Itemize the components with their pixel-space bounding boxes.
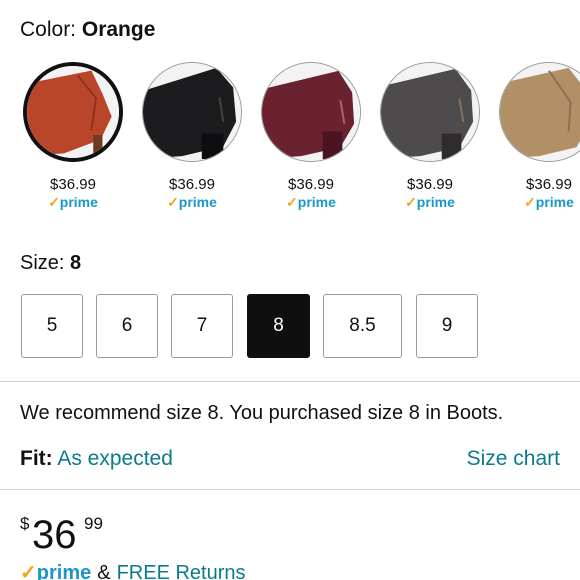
swatch-price: $36.99 [407,176,453,193]
size-heading: Size: 8 [20,252,81,275]
size-option-8[interactable]: 8 [247,294,310,358]
price-fraction: 99 [84,514,103,533]
boot-image-burgundy [262,63,360,161]
size-option-8-5[interactable]: 8.5 [323,294,402,358]
boot-thumbnail-orange [23,62,123,162]
fit-value-link[interactable]: As expected [57,447,173,470]
color-swatch-black[interactable]: $36.99 ✓prime [139,60,249,210]
size-option-5[interactable]: 5 [21,294,83,358]
fit-label: Fit: [20,447,53,470]
color-section: Color: Orange $36.99 ✓prime $36.99 ✓prim… [0,0,580,222]
size-chart-link[interactable]: Size chart [467,447,560,471]
color-heading: Color: Orange [20,18,155,42]
color-swatch-burgundy[interactable]: $36.99 ✓prime [258,60,368,210]
prime-check-icon: ✓ [167,194,179,210]
color-swatch-list: $36.99 ✓prime $36.99 ✓prime $36.99 ✓prim… [0,60,580,220]
prime-check-icon: ✓ [20,562,37,580]
shipping-info: ✓prime & FREE Returns [20,560,246,580]
prime-badge: ✓prime [524,194,574,210]
boot-image-orange [27,66,119,158]
divider [0,381,580,382]
size-option-9[interactable]: 9 [416,294,478,358]
swatch-price: $36.99 [50,176,96,193]
size-option-6[interactable]: 6 [96,294,158,358]
prime-badge: ✓prime [405,194,455,210]
prime-check-icon: ✓ [405,194,417,210]
prime-badge: ✓prime [286,194,336,210]
size-option-7[interactable]: 7 [171,294,233,358]
boot-thumbnail-black [142,62,242,162]
ampersand: & [97,562,111,580]
fit-info: Fit: As expected [20,447,173,471]
price-whole: 36 [32,513,77,557]
swatch-price: $36.99 [526,176,572,193]
prime-badge: ✓prime [48,194,98,210]
swatch-price: $36.99 [169,176,215,193]
boot-thumbnail-burgundy [261,62,361,162]
color-label: Color: [20,18,77,41]
size-selected-value: 8 [70,252,82,274]
free-returns-link[interactable]: FREE Returns [117,562,246,580]
prime-check-icon: ✓ [524,194,536,210]
size-recommendation: We recommend size 8. You purchased size … [20,402,504,424]
color-swatch-taupe[interactable]: $36.99 ✓prime [496,60,580,210]
price-currency-symbol: $ [20,514,30,533]
color-swatch-gray[interactable]: $36.99 ✓prime [377,60,487,210]
color-selected-value: Orange [81,18,156,41]
boot-thumbnail-taupe [499,62,580,162]
swatch-price: $36.99 [288,176,334,193]
prime-check-icon: ✓ [48,194,60,210]
prime-badge: ✓prime [167,194,217,210]
size-label: Size: [20,252,65,274]
divider [0,489,580,490]
prime-check-icon: ✓ [286,194,298,210]
boot-image-black [143,63,241,161]
boot-image-gray [381,63,479,161]
prime-logo: prime [36,562,92,580]
boot-thumbnail-gray [380,62,480,162]
boot-image-taupe [500,63,580,161]
color-swatch-orange[interactable]: $36.99 ✓prime [20,60,130,210]
